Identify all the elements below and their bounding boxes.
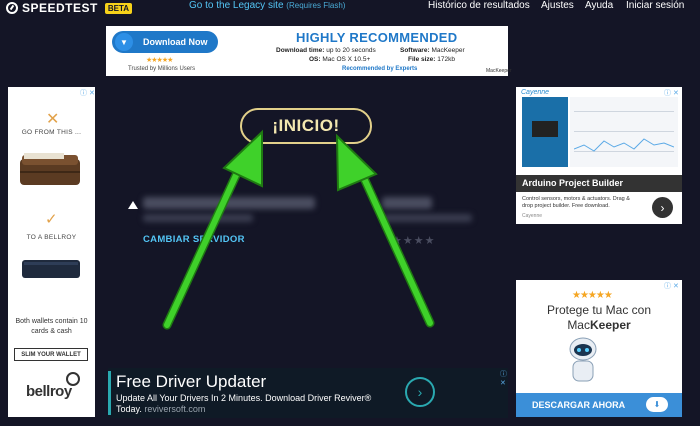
go-from-text: GO FROM THIS ... xyxy=(21,129,82,136)
logo-text: SPEEDTEST xyxy=(22,1,98,15)
speedtest-logo[interactable]: SPEEDTEST BETA xyxy=(6,1,133,15)
nav-help[interactable]: Ayuda xyxy=(585,0,613,11)
legacy-link-text[interactable]: Go to the Legacy site xyxy=(189,0,284,11)
right-arrow-icon xyxy=(335,133,435,328)
isp-ip-redacted xyxy=(143,214,253,222)
beta-badge: BETA xyxy=(104,2,133,14)
ad-close-icon[interactable]: ⓘ ✕ xyxy=(664,281,679,291)
ad-description: Control sensors, motors & actuators. Dra… xyxy=(522,196,630,209)
spec-software: Software: MacKeeper xyxy=(400,47,465,54)
ad-title: Arduino Project Builder xyxy=(516,175,682,192)
to-bellroy-text: TO A BELLROY xyxy=(26,234,77,241)
nav-settings[interactable]: Ajustes xyxy=(541,0,574,11)
ad-subtitle: Update All Your Drivers In 2 Minutes. Do… xyxy=(116,393,372,414)
trusted-text: Trusted by Millions Users xyxy=(128,66,196,72)
download-now-label: Download Now xyxy=(143,37,208,47)
spec-os: OS: Mac OS X 10.5+ xyxy=(309,56,371,63)
mackeeper-logo: MacKeeper xyxy=(486,68,512,74)
recommended-text: Recommended by Experts xyxy=(342,66,418,72)
both-wallets-text: Both wallets contain 10 cards & cash xyxy=(15,318,88,335)
robot-mascot-icon xyxy=(569,337,597,382)
arduino-board-image xyxy=(522,97,568,167)
server-location-redacted xyxy=(382,214,472,222)
legacy-note: (Requires Flash) xyxy=(286,1,346,10)
chevron-right-icon[interactable]: › xyxy=(405,377,435,407)
spec-file-size: File size: 172kb xyxy=(408,56,455,63)
chevron-right-icon[interactable]: › xyxy=(652,197,673,218)
check-mark-icon: ✓ xyxy=(45,211,58,228)
server-icon xyxy=(128,201,138,209)
left-arrow-icon xyxy=(162,129,263,330)
nav-results-history[interactable]: Histórico de resultados xyxy=(428,0,530,11)
isp-name-redacted xyxy=(143,197,315,209)
ad-headline: HIGHLY RECOMMENDED xyxy=(296,30,458,45)
download-now-button[interactable]: ▼ Download Now xyxy=(112,31,218,53)
rating-stars: ★★★★★ xyxy=(572,290,613,301)
rating-stars: ★★★★★ xyxy=(146,57,173,64)
left-sidebar-ad[interactable]: ⓘ ✕ ✕ GO FROM THIS ... ✓ TO A BELLROY Bo… xyxy=(8,87,95,417)
legacy-site-link[interactable]: Go to the Legacy site (Requires Flash) xyxy=(189,0,345,11)
chevron-down-icon: ▼ xyxy=(115,33,133,51)
nav-sign-in[interactable]: Iniciar sesión xyxy=(626,0,684,11)
ad-close-icon[interactable]: ⓘ ✕ xyxy=(80,88,95,98)
bottom-banner-ad[interactable]: Free Driver Updater Update All Your Driv… xyxy=(108,368,508,418)
speedometer-icon xyxy=(6,2,18,14)
server-name-redacted xyxy=(382,197,432,209)
bellroy-logo: bellroy xyxy=(26,383,72,400)
ad-title: Free Driver Updater xyxy=(116,372,267,391)
cayenne-brand: Cayenne xyxy=(521,89,550,96)
slim-your-wallet-button[interactable]: SLIM YOUR WALLET xyxy=(14,348,88,361)
start-test-button[interactable]: ¡INICIO! xyxy=(240,108,372,144)
bulky-wallet-image xyxy=(20,153,80,185)
spec-download-time: Download time: up to 20 seconds xyxy=(276,47,376,54)
x-mark-icon: ✕ xyxy=(46,111,60,128)
cloud-download-icon: ⬇ xyxy=(646,397,668,412)
top-bar: SPEEDTEST BETA Go to the Legacy site (Re… xyxy=(0,0,700,18)
ad-headline: Protege tu Mac con MacKeeper xyxy=(546,303,652,332)
isp-rating-stars[interactable]: ★★★★ xyxy=(392,234,435,247)
right-top-ad[interactable]: ⓘ ✕ Cayenne Arduino Project Builder Cont… xyxy=(516,87,682,224)
ad-brand-footer: Cayenne xyxy=(522,213,543,219)
right-bottom-ad[interactable]: ⓘ ✕ ★★★★★ Protege tu Mac con MacKeeper D… xyxy=(516,280,682,417)
top-banner-ad[interactable]: ▼ Download Now ★★★★★ Trusted by Millions… xyxy=(106,26,512,76)
ad-close-icon[interactable]: ⓘ ✕ xyxy=(500,369,508,387)
change-server-link[interactable]: CAMBIAR SERVIDOR xyxy=(143,234,245,245)
slim-wallet-image xyxy=(22,260,80,278)
dashboard-image xyxy=(570,97,678,167)
